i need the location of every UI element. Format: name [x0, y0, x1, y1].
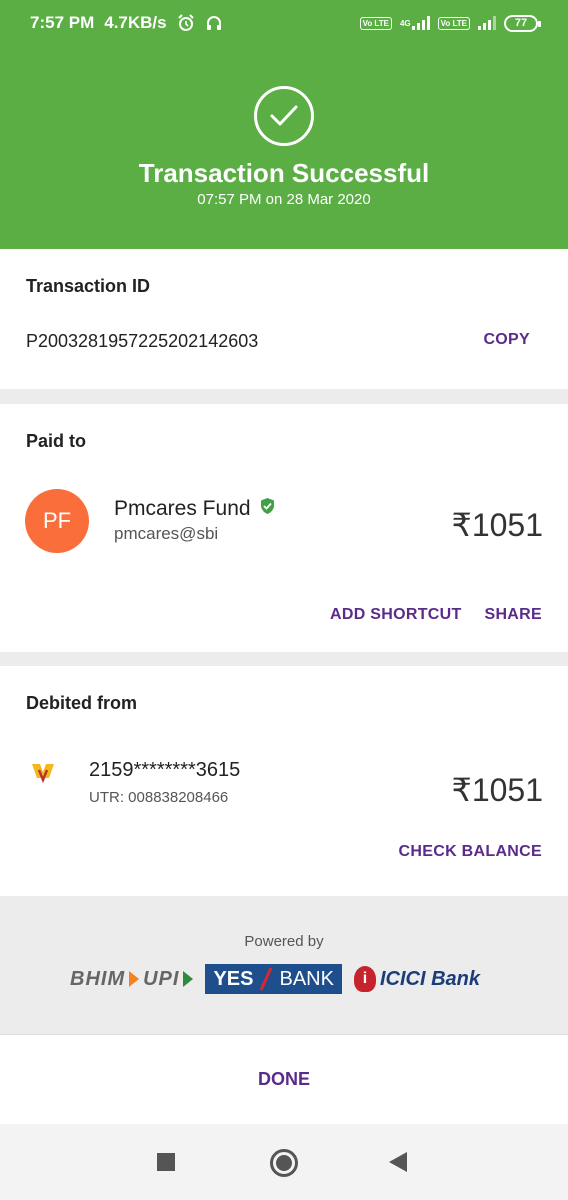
- paid-amount: ₹1051: [451, 507, 543, 543]
- share-button[interactable]: SHARE: [484, 606, 542, 624]
- debited-from-label: Debited from: [26, 693, 138, 713]
- debited-from-card: Debited from 2159********3615 UTR: 00883…: [0, 666, 568, 896]
- icici-i-icon: i: [353, 966, 376, 992]
- done-bar: DONE: [0, 1034, 568, 1124]
- checkmark-icon: [254, 86, 314, 146]
- yes-bank-logo-text: YES: [213, 967, 254, 990]
- yes-bank-logo: YES BANK: [205, 964, 342, 994]
- home-icon[interactable]: [270, 1149, 298, 1177]
- verified-icon: [259, 497, 276, 521]
- paid-to-label: Paid to: [26, 431, 87, 451]
- payee-name: Pmcares Fund: [114, 497, 251, 520]
- icici-logo-text: ICICI Bank: [379, 967, 480, 990]
- status-time: 7:57 PM: [30, 13, 95, 32]
- icici-bank-logo: i ICICI Bank: [353, 966, 480, 992]
- account-number: 2159********3615: [89, 759, 241, 781]
- bhim-upi-logo: BHIM UPI: [70, 967, 194, 991]
- status-network-speed: 4.7KB/s: [104, 13, 167, 32]
- volte-icon: Vo LTE: [359, 16, 392, 30]
- utr-number: UTR: 008838208466: [89, 789, 229, 806]
- status-right: Vo LTE 4G Vo LTE 77: [359, 14, 541, 32]
- payee-name-row: Pmcares Fund: [114, 497, 276, 521]
- bank-logo-icon: [30, 760, 56, 789]
- transaction-id-card: Transaction ID P2003281957225202142603 C…: [0, 249, 568, 389]
- system-nav-bar: [0, 1124, 568, 1200]
- headphones-icon: [205, 14, 223, 32]
- network-type-label: 4G: [399, 18, 411, 28]
- powered-by-section: Powered by BHIM UPI YES BANK i ICICI Ban…: [0, 896, 568, 1034]
- battery-icon: 77: [504, 14, 541, 32]
- yes-bank-slash-icon: [260, 967, 273, 991]
- volte-icon-2: Vo LTE: [437, 16, 470, 30]
- payee-vpa: pmcares@sbi: [114, 524, 219, 543]
- home-icon-dot: [276, 1155, 292, 1171]
- paid-to-card: Paid to PF Pmcares Fund pmcares@sbi ₹105…: [0, 404, 568, 652]
- back-icon[interactable]: [389, 1152, 407, 1172]
- signal-icon: [478, 16, 496, 30]
- powered-by-label: Powered by: [244, 933, 324, 950]
- partner-logos: BHIM UPI YES BANK i ICICI Bank: [70, 964, 480, 994]
- avatar: PF: [25, 489, 89, 553]
- upi-arrow-icon: [183, 971, 194, 987]
- debited-amount: ₹1051: [451, 772, 543, 808]
- transaction-id-value: P2003281957225202142603: [26, 331, 259, 351]
- add-shortcut-button[interactable]: ADD SHORTCUT: [330, 606, 462, 624]
- recent-apps-icon[interactable]: [157, 1153, 175, 1171]
- alarm-icon: [177, 14, 195, 32]
- bhim-arrow-icon: [129, 971, 140, 987]
- bhim-logo-text: BHIM: [70, 967, 126, 990]
- signal-4g-icon: 4G: [400, 16, 430, 30]
- transaction-id-label: Transaction ID: [26, 276, 151, 296]
- success-header: Transaction Successful 07:57 PM on 28 Ma…: [0, 46, 568, 249]
- done-button[interactable]: DONE: [258, 1069, 310, 1090]
- copy-button[interactable]: COPY: [483, 331, 530, 349]
- yes-bank-suffix-text: BANK: [279, 967, 334, 990]
- upi-logo-text: UPI: [143, 967, 180, 990]
- status-bar: 7:57 PM 4.7KB/s Vo LTE 4G Vo LTE 77: [0, 0, 568, 46]
- page-title: Transaction Successful: [138, 158, 430, 188]
- status-left: 7:57 PM 4.7KB/s: [30, 13, 223, 33]
- check-balance-button[interactable]: CHECK BALANCE: [399, 843, 542, 861]
- transaction-timestamp: 07:57 PM on 28 Mar 2020: [197, 191, 371, 208]
